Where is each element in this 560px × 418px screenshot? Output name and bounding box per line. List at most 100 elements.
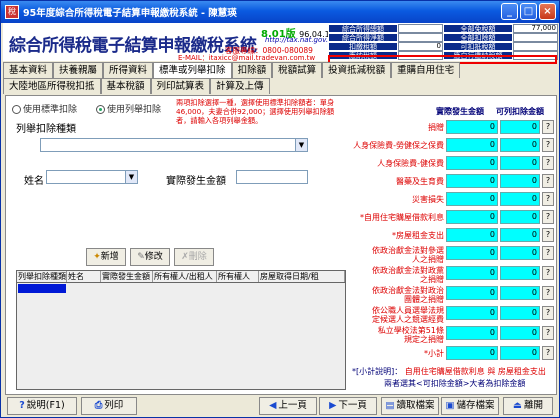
title-bar: 稅 95年度綜合所得稅電子結算申報繳稅系統 - 陳慧瑛 _ □ ×: [1, 1, 559, 23]
actual-amount[interactable]: 0: [446, 246, 498, 260]
help-icon[interactable]: ?: [542, 174, 554, 188]
actual-amount[interactable]: 0: [446, 174, 498, 188]
actual-amount[interactable]: 0: [446, 326, 498, 340]
tab-tax-calc[interactable]: 稅額試算: [272, 62, 323, 78]
chevron-down-icon[interactable]: ▼: [125, 171, 137, 183]
tab-upload[interactable]: 計算及上傳: [210, 78, 270, 94]
next-page-button[interactable]: ▶ 下一頁: [319, 397, 377, 415]
tax-app-icon: 稅: [5, 5, 19, 19]
actual-amount[interactable]: 0: [446, 306, 498, 320]
exit-button[interactable]: ⏏ 離開: [503, 397, 553, 415]
row-label: 依政治獻金法對參選人之捐贈: [372, 246, 444, 264]
actual-amount[interactable]: 0: [446, 266, 498, 280]
help-icon[interactable]: ?: [542, 210, 554, 224]
tab-deductions[interactable]: 扣除額: [231, 62, 273, 78]
grid-column-header[interactable]: 列舉扣除種類: [17, 271, 67, 282]
help-button[interactable]: ? 說明(F1): [7, 397, 77, 415]
add-icon: ✦: [93, 252, 101, 262]
actual-amount[interactable]: 0: [446, 192, 498, 206]
chevron-down-icon[interactable]: ▼: [295, 139, 307, 151]
edit-button[interactable]: ✎修改: [130, 248, 170, 266]
grid-column-header[interactable]: 所有權人/出租人: [153, 271, 217, 282]
deductible-amount: 0: [500, 156, 540, 170]
tax-summary-label: 綜合所得總額: [328, 24, 398, 33]
deductible-amount: 0: [500, 306, 540, 320]
actual-amount[interactable]: 0: [446, 286, 498, 300]
load-file-button[interactable]: ▤ 讀取檔案: [381, 397, 439, 415]
tax-summary-label: 扣繳稅額: [328, 42, 398, 51]
tax-summary-label: 綜合所得淨額: [328, 33, 398, 42]
row-label: *房屋租金支出: [392, 231, 444, 240]
tab-bar: 基本資料 扶養親屬 所得資料 標準或列舉扣除 扣除額 稅額試算 投資抵減稅額 重…: [3, 62, 557, 94]
deductible-amount: 0: [500, 326, 540, 340]
help-icon[interactable]: ?: [542, 266, 554, 280]
tab-dependents[interactable]: 扶養親屬: [53, 62, 104, 78]
help-icon[interactable]: ?: [542, 156, 554, 170]
actual-amount[interactable]: 0: [446, 156, 498, 170]
help-icon[interactable]: ?: [542, 192, 554, 206]
help-icon[interactable]: ?: [542, 306, 554, 320]
help-icon[interactable]: ?: [542, 228, 554, 242]
tab-basic-tax[interactable]: 基本稅額: [100, 78, 151, 94]
deduction-row: 依政治獻金法對政治團體之捐贈 0 0?: [346, 286, 556, 304]
help-icon[interactable]: ?: [542, 286, 554, 300]
selected-row[interactable]: [18, 284, 66, 293]
website-link[interactable]: http://tax.nat.gov.tw: [265, 36, 337, 44]
subtotal-note: *[小計說明]： 自用住宅購屋借款利息 與 房屋租金支出: [352, 366, 546, 377]
grid-column-header[interactable]: 房屋取得日期/租: [259, 271, 345, 282]
row-label: 私立學校法第51條規定之捐贈: [377, 326, 444, 344]
tab-mainland-credit[interactable]: 大陸地區所得稅扣抵: [3, 78, 101, 94]
tab-house-repurchase[interactable]: 重購自用住宅: [391, 62, 461, 78]
deductible-amount: 0: [500, 192, 540, 206]
load-file-label: 讀取檔案: [396, 400, 435, 411]
save-file-button[interactable]: ▣ 儲存檔案: [441, 397, 499, 415]
tax-summary-row: 綜合所得總額 全部免稅額 77,000: [328, 24, 558, 33]
tab-deduction-type[interactable]: 標準或列舉扣除: [153, 62, 232, 78]
radio-dot: [12, 105, 21, 114]
prev-page-button[interactable]: ◀ 上一頁: [259, 397, 317, 415]
add-button[interactable]: ✦新增: [86, 248, 126, 266]
save-file-label: 儲存檔案: [456, 400, 495, 411]
radio-itemized[interactable]: 使用列舉扣除: [96, 102, 161, 115]
actual-amount[interactable]: 0: [446, 228, 498, 242]
actual-amount[interactable]: 0: [446, 120, 498, 134]
tax-summary-value: [513, 42, 558, 51]
tab-income[interactable]: 所得資料: [103, 62, 154, 78]
close-button[interactable]: ×: [539, 3, 556, 20]
subtotal-note-2: 兩者選其<可扣除金額>大者為扣除金額: [384, 379, 526, 388]
grid-column-header[interactable]: 姓名: [67, 271, 101, 282]
tab-print-calc[interactable]: 列印試算表: [150, 78, 211, 94]
help-icon[interactable]: ?: [542, 346, 554, 360]
tab-investment-credit[interactable]: 投資抵減稅額: [322, 62, 392, 78]
maximize-button[interactable]: □: [520, 3, 537, 20]
help-icon[interactable]: ?: [542, 246, 554, 260]
print-button[interactable]: ⎙ 列印: [81, 397, 137, 415]
radio-itemized-label: 使用列舉扣除: [107, 105, 162, 115]
delete-button[interactable]: ✗刪除: [174, 248, 214, 266]
name-select[interactable]: ▼: [46, 170, 138, 184]
deduction-note: 兩項扣除選擇一種，選擇使用標準扣除額者：單身46,000，夫妻合併92,000；…: [176, 98, 335, 125]
itemized-grid[interactable]: 列舉扣除種類 姓名 實際發生金額 所有權人/出租人 所有權人 房屋取得日期/租: [16, 270, 346, 390]
printer-icon: ⎙: [94, 400, 103, 411]
deductible-amount: 0: [500, 266, 540, 280]
help-icon[interactable]: ?: [542, 326, 554, 340]
help-icon[interactable]: ?: [542, 120, 554, 134]
deduction-type-select[interactable]: ▼: [40, 138, 308, 152]
add-button-label: 新增: [100, 252, 119, 262]
grid-column-header[interactable]: 實際發生金額: [101, 271, 153, 282]
type-label: 列舉扣除種類: [16, 124, 76, 135]
radio-standard[interactable]: 使用標準扣除: [12, 102, 77, 115]
deduction-summary: 實際發生金額 可列扣除金額 捐贈 0 0? 人身保險費-勞健保之保費 0 0? 人身保險…: [346, 98, 556, 392]
help-icon[interactable]: ?: [542, 138, 554, 152]
amount-input[interactable]: [236, 170, 308, 184]
minimize-button[interactable]: _: [501, 3, 518, 20]
deduction-row: 災害損失 0 0?: [346, 192, 556, 206]
deduction-row: 依公職人員選舉法規定候選人之競選經費 0 0?: [346, 306, 556, 324]
row-label: 醫藥及生育費: [396, 177, 444, 186]
deductible-amount: 0: [500, 346, 540, 360]
col2-header: 可列扣除金額: [496, 107, 544, 116]
actual-amount[interactable]: 0: [446, 210, 498, 224]
actual-amount[interactable]: 0: [446, 138, 498, 152]
grid-column-header[interactable]: 所有權人: [217, 271, 259, 282]
tab-basic-info[interactable]: 基本資料: [3, 62, 54, 78]
